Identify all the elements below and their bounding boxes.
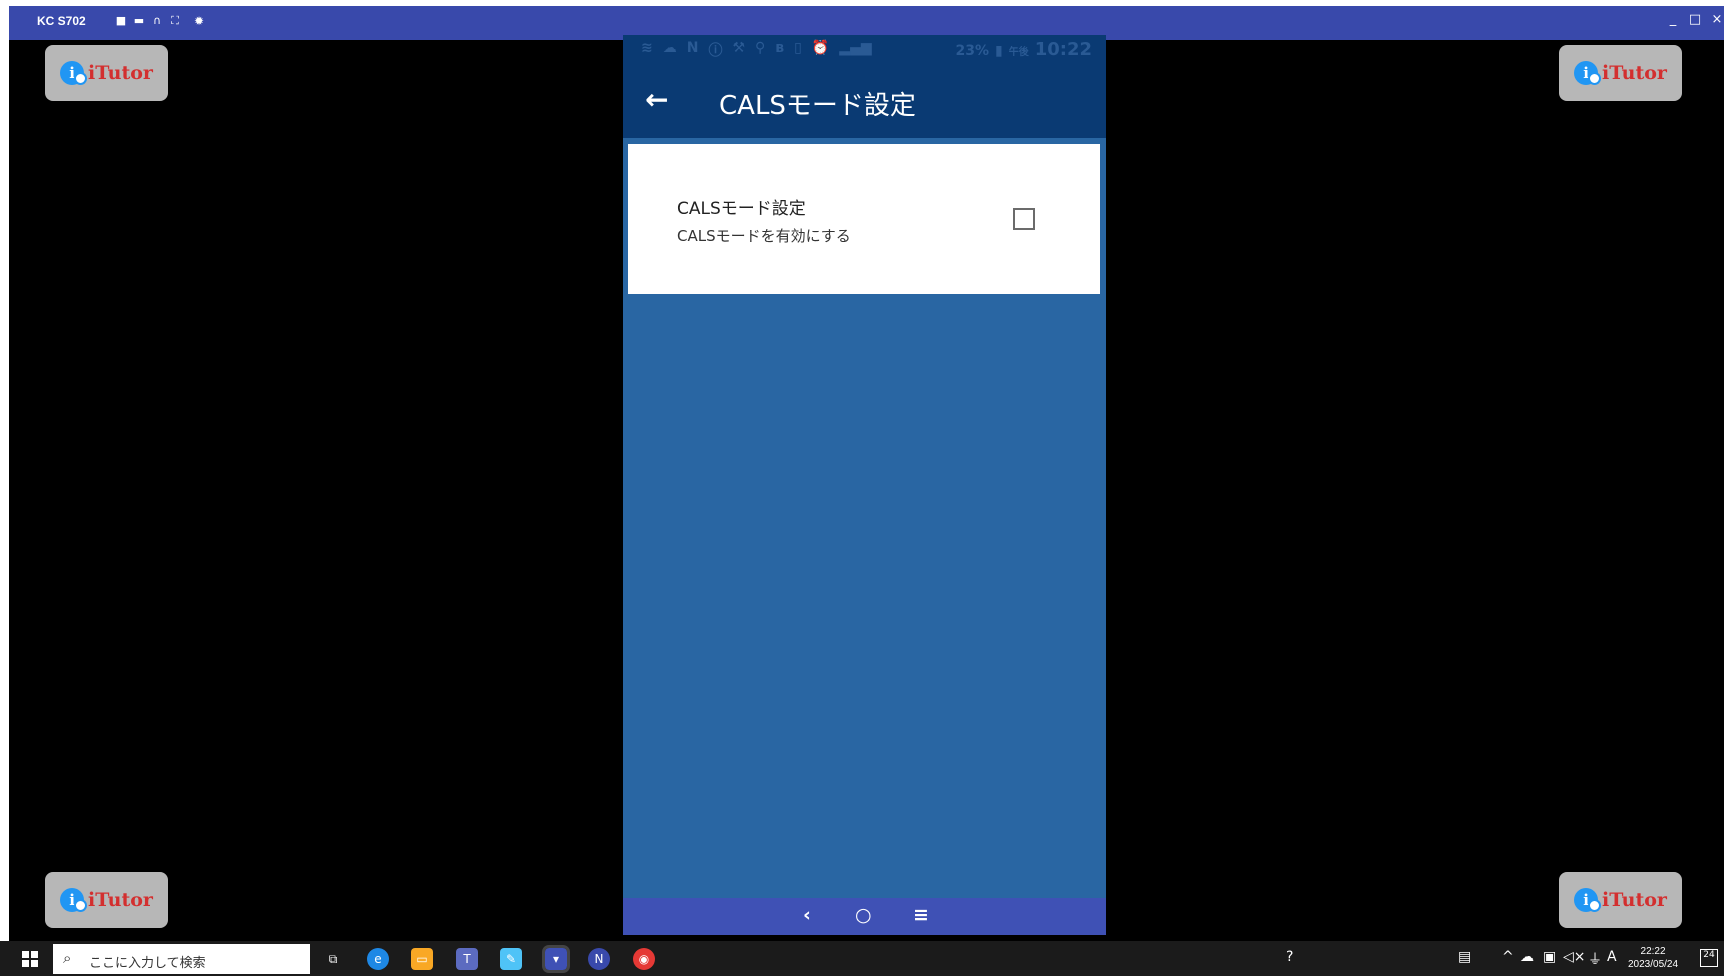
file-explorer-icon[interactable]: ▭ [411, 948, 433, 970]
n-app-icon[interactable]: N [588, 948, 610, 970]
back-arrow-icon[interactable]: ← [645, 83, 668, 116]
status-time: 10:22 [1034, 39, 1092, 60]
nav-home-button[interactable]: ○ [855, 904, 872, 926]
itutor-badge-text: iTutor [88, 62, 153, 84]
search-icon: ⌕ [63, 949, 72, 967]
itutor-badge-text: iTutor [1602, 889, 1667, 911]
page-title: CALSモード設定 [719, 91, 916, 121]
vibrate-icon: ▯ [794, 40, 802, 56]
nav-recents-button[interactable]: ≡ [913, 904, 929, 926]
info-icon: ⓘ [708, 43, 723, 59]
close-button[interactable]: × [1710, 12, 1724, 27]
alarm-icon: ⏰ [811, 40, 830, 56]
maximize-button[interactable]: □ [1688, 12, 1702, 27]
itutor-logo-icon: i [60, 61, 88, 85]
search-placeholder: ここに入力して検索 [89, 956, 206, 971]
notification-center-button[interactable]: 24 [1700, 949, 1718, 967]
phone-screen: ≋ ☁ N ⓘ ⚒ ⚲ ʙ ▯ ⏰ ▂▄▆ 23% ▮ 午後 10:22 ← C… [623, 35, 1106, 935]
itutor-badge-text: iTutor [88, 889, 153, 911]
window-title: KC S702 [37, 14, 86, 28]
task-view-icon[interactable]: ⧉ [322, 948, 344, 970]
time-period: 午後 [1008, 47, 1029, 58]
itutor-logo-icon: i [1574, 61, 1602, 85]
camera-icon[interactable]: ■ [114, 14, 128, 28]
android-nav-bar: ‹ ○ ≡ [623, 898, 1106, 935]
cals-mode-checkbox[interactable] [1013, 208, 1035, 230]
volume-muted-icon[interactable]: ◁× [1563, 949, 1586, 965]
preference-summary: CALSモードを有効にする [677, 227, 851, 245]
gear-icon[interactable]: ✹ [194, 14, 204, 28]
video-icon[interactable]: ▬ [132, 14, 146, 28]
wifi-icon: ≋ [641, 40, 653, 56]
nfc-icon: N [686, 40, 699, 56]
help-icon[interactable]: ? [1286, 949, 1293, 965]
windows-start-button[interactable] [22, 951, 38, 967]
itutor-logo-icon: i [1574, 888, 1602, 912]
taskbar-clock[interactable]: 22:22 2023/05/24 [1628, 945, 1678, 971]
clock-date: 2023/05/24 [1628, 959, 1679, 970]
fullscreen-icon[interactable]: ⛶ [168, 14, 182, 28]
wrench-icon: ⚒ [732, 40, 746, 56]
headphones-icon[interactable]: ∩ [150, 14, 164, 28]
status-bar: ≋ ☁ N ⓘ ⚒ ⚲ ʙ ▯ ⏰ ▂▄▆ 23% ▮ 午後 10:22 [623, 35, 1106, 65]
itutor-badge-text: iTutor [1602, 62, 1667, 84]
clock-time: 22:22 [1640, 946, 1666, 957]
itutor-badge: i iTutor [1559, 872, 1682, 928]
edge-browser-icon[interactable]: e [367, 948, 389, 970]
taskbar-search-input[interactable]: ⌕ ここに入力して検索 [53, 944, 310, 974]
itutor-logo-icon: i [60, 888, 88, 912]
cloud-icon: ☁ [662, 40, 677, 56]
teams-icon[interactable]: T [456, 948, 478, 970]
power-icon[interactable]: ⏚ [1588, 949, 1602, 969]
network-icon[interactable]: ▣ [1543, 949, 1556, 965]
minimize-button[interactable]: _ [1666, 12, 1680, 27]
nav-back-button[interactable]: ‹ [803, 904, 811, 926]
cals-mode-preference[interactable]: CALSモード設定 CALSモードを有効にする [628, 144, 1100, 294]
bluetooth-icon: ʙ [775, 40, 785, 56]
battery-level: 23% [955, 43, 989, 59]
chevron-up-icon[interactable]: ^ [1502, 949, 1514, 965]
location-icon: ⚲ [755, 40, 766, 56]
itutor-badge: i iTutor [45, 872, 168, 928]
notepad-icon[interactable]: ✎ [500, 948, 522, 970]
preference-title: CALSモード設定 [677, 199, 806, 219]
signal-icon: ▂▄▆ [839, 40, 872, 56]
ime-indicator[interactable]: A [1607, 949, 1617, 965]
app-bar: ← CALSモード設定 [623, 65, 1106, 138]
mirror-app-icon[interactable]: ▾ [542, 945, 570, 973]
news-widget-icon[interactable]: ▤ [1458, 949, 1471, 965]
onedrive-icon[interactable]: ☁ [1520, 949, 1534, 965]
itutor-badge: i iTutor [1559, 45, 1682, 101]
battery-icon: ▮ [994, 43, 1003, 59]
chrome-icon[interactable]: ◉ [633, 948, 655, 970]
windows-taskbar: ⌕ ここに入力して検索 ⧉ e ▭ T ✎ ▾ N ◉ ? ▤ ^ ☁ ▣ ◁×… [0, 941, 1724, 976]
itutor-badge: i iTutor [45, 45, 168, 101]
